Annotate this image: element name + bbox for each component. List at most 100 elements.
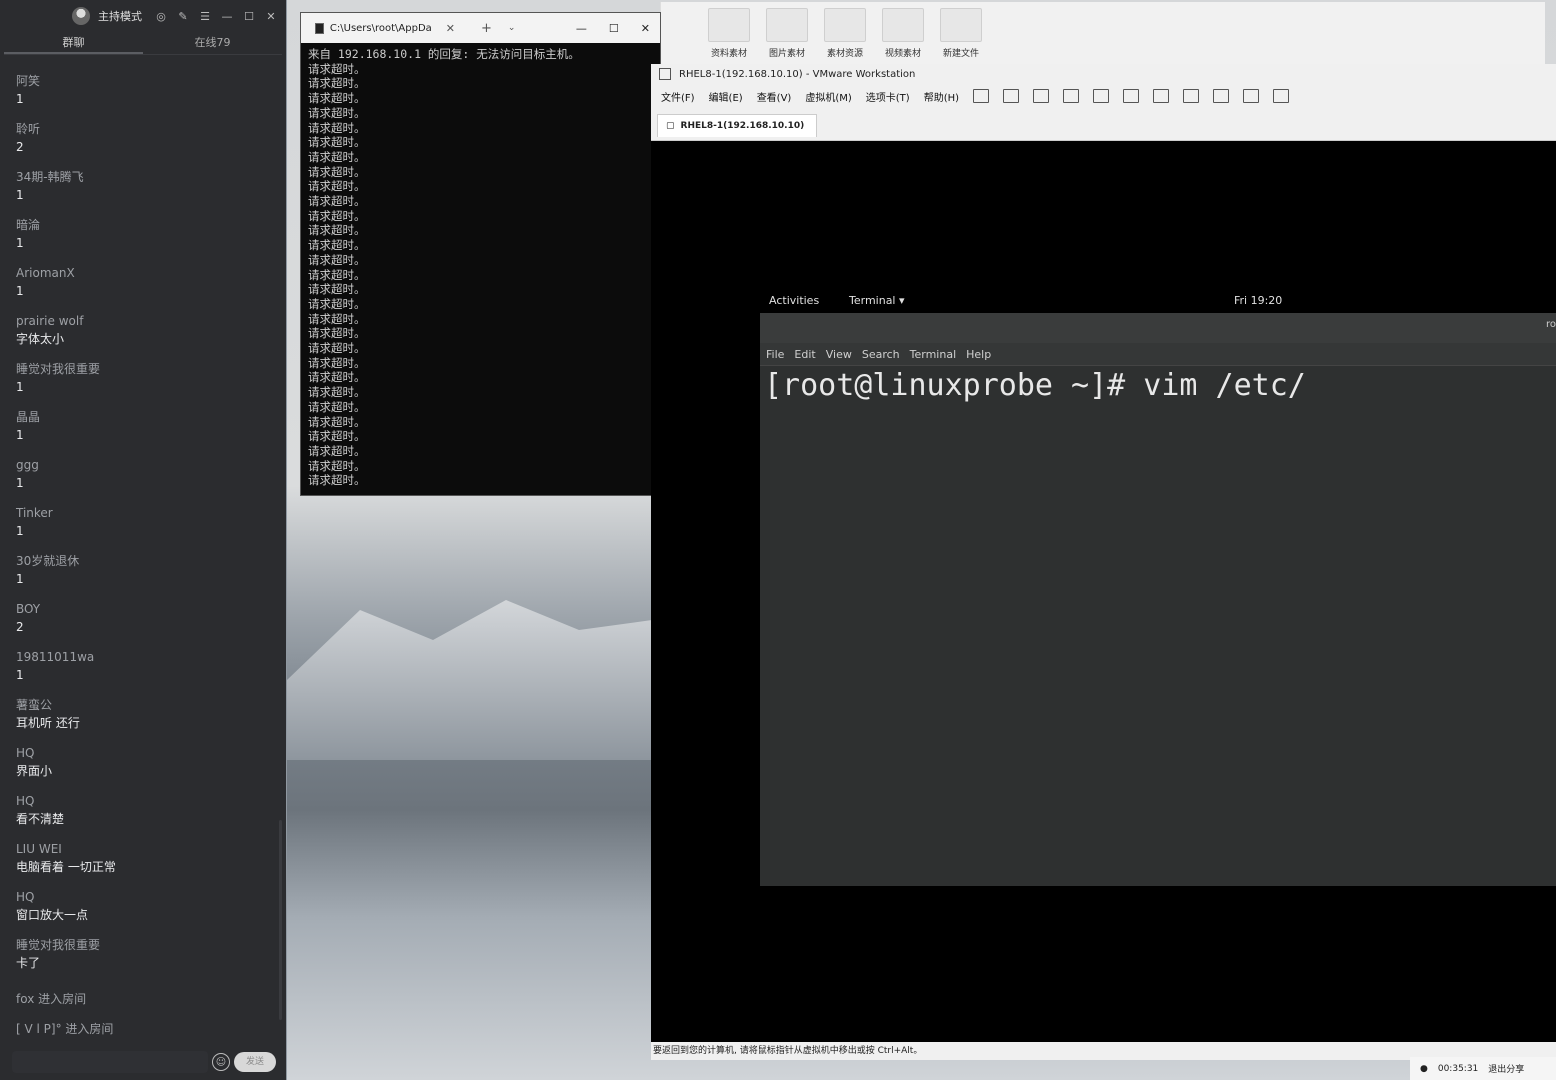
message-sender[interactable]: ggg [16, 456, 278, 474]
stretch-icon[interactable] [1273, 89, 1290, 103]
message-text: 1 [16, 524, 24, 538]
terminal-menu-search[interactable]: Search [862, 348, 900, 361]
terminal-menu-terminal[interactable]: Terminal [910, 348, 957, 361]
system-message: fox 进入房间 [16, 992, 87, 1006]
close-icon[interactable]: ✕ [264, 9, 278, 23]
cmd-tab[interactable]: C:\Users\root\AppDa ✕ [315, 22, 455, 35]
chat-message: prairie wolf 字体太小 [16, 312, 278, 360]
library-view-icon[interactable] [1123, 89, 1140, 103]
message-sender[interactable]: HQ [16, 792, 278, 810]
message-sender[interactable]: LIU WEI [16, 840, 278, 858]
terminal-command-line[interactable]: [root@linuxprobe ~]# vim /etc/ [760, 366, 1556, 403]
chat-message: HQ 界面小 [16, 744, 278, 792]
output-line: 请求超时。 [308, 252, 366, 267]
send-button[interactable]: 发送 [234, 1052, 276, 1072]
close-icon[interactable]: ✕ [641, 22, 650, 35]
chat-message: BOY 2 [16, 600, 278, 648]
vmware-titlebar: RHEL8-1(192.168.10.10) - VMware Workstat… [651, 64, 1556, 84]
activities-button[interactable]: Activities [769, 294, 819, 307]
terminal-app-menu[interactable]: Terminal ▾ [849, 294, 905, 307]
message-text: 1 [16, 284, 24, 298]
tab-online[interactable]: 在线79 [143, 32, 282, 54]
pause-icon[interactable] [973, 89, 990, 103]
new-tab-icon[interactable]: + [481, 21, 492, 36]
folder-label: 视频素材 [884, 49, 921, 59]
folder-item[interactable]: 视频素材 [879, 8, 927, 59]
message-sender[interactable]: 19811011wa [16, 648, 278, 666]
output-line: 来自 192.168.10.1 的回复: 无法访问目标主机。 [308, 47, 580, 61]
fullscreen-icon[interactable] [1183, 89, 1200, 103]
message-sender[interactable]: 暗淪 [16, 216, 278, 234]
message-sender[interactable]: BOY [16, 600, 278, 618]
terminal-menu-file[interactable]: File [766, 348, 784, 361]
terminal-menu-edit[interactable]: Edit [794, 348, 815, 361]
chat-message: 34期-韩腾飞 1 [16, 168, 278, 216]
menu-vm[interactable]: 虚拟机(M) [805, 89, 851, 104]
avatar[interactable] [72, 7, 90, 25]
output-line: 请求超时。 [308, 326, 366, 341]
message-sender[interactable]: 晶晶 [16, 408, 278, 426]
maximize-icon[interactable]: ☐ [609, 22, 619, 35]
message-sender[interactable]: 阿笑 [16, 72, 278, 90]
message-sender[interactable]: 聆听 [16, 120, 278, 138]
terminal-menu-help[interactable]: Help [966, 348, 991, 361]
snapshot-manager-icon[interactable] [1093, 89, 1110, 103]
emoji-icon[interactable]: ☺ [212, 1053, 230, 1071]
edit-icon[interactable]: ✎ [176, 9, 190, 23]
vm-tab-label: RHEL8-1(192.168.10.10) [680, 121, 805, 131]
maximize-icon[interactable]: ☐ [242, 9, 256, 23]
message-sender[interactable]: HQ [16, 888, 278, 906]
cmd-output[interactable]: 来自 192.168.10.1 的回复: 无法访问目标主机。 请求超时。 请求超时。… [301, 43, 660, 488]
minimize-icon[interactable]: — [220, 9, 234, 23]
message-sender[interactable]: 睡觉对我很重要 [16, 936, 278, 954]
output-line: 请求超时。 [308, 194, 366, 209]
snapshot-icon[interactable] [1033, 89, 1050, 103]
folder-icon [708, 8, 750, 42]
folder-item[interactable]: 图片素材 [763, 8, 811, 59]
tab-group-chat[interactable]: 群聊 [4, 32, 143, 54]
message-sender[interactable]: prairie wolf [16, 312, 278, 330]
menu-help[interactable]: 帮助(H) [924, 89, 959, 104]
terminal-titlebar[interactable]: ro [760, 313, 1556, 343]
message-sender[interactable]: 34期-韩腾飞 [16, 168, 278, 186]
output-line: 请求超时。 [308, 458, 366, 473]
menu-tabs[interactable]: 选项卡(T) [866, 89, 910, 104]
menu-file[interactable]: 文件(F) [661, 89, 695, 104]
vmware-title: RHEL8-1(192.168.10.10) - VMware Workstat… [679, 68, 916, 80]
folder-item[interactable]: 素材资源 [821, 8, 869, 59]
message-sender[interactable]: 薯蛮公 [16, 696, 278, 714]
thumbnail-view-icon[interactable] [1153, 89, 1170, 103]
message-text: 1 [16, 92, 24, 106]
chevron-down-icon[interactable]: ⌄ [508, 23, 516, 33]
menu-icon[interactable]: ☰ [198, 9, 212, 23]
output-line: 请求超时。 [308, 105, 366, 120]
menu-view[interactable]: 查看(V) [757, 89, 792, 104]
message-sender[interactable]: HQ [16, 744, 278, 762]
close-tab-icon[interactable]: ✕ [446, 22, 455, 35]
scrollbar[interactable] [279, 820, 282, 1020]
clock[interactable]: Fri 19:20 [1234, 294, 1282, 307]
message-sender[interactable]: 30岁就退休 [16, 552, 278, 570]
exit-share-button[interactable]: 退出分享 [1488, 1062, 1524, 1075]
console-view-icon[interactable] [1243, 89, 1260, 103]
target-icon[interactable]: ◎ [154, 9, 168, 23]
cmd-tab-title: C:\Users\root\AppDa [329, 22, 432, 34]
folder-item[interactable]: 新建文件 [937, 8, 985, 59]
minimize-icon[interactable]: — [576, 22, 587, 35]
send-ctrl-alt-del-icon[interactable] [1003, 89, 1020, 103]
message-text: 电脑看着 一切正常 [16, 860, 116, 874]
chat-message: 阿笑 1 [16, 72, 278, 120]
cmd-titlebar: C:\Users\root\AppDa ✕ + ⌄ — ☐ ✕ [301, 13, 660, 43]
message-sender[interactable]: Tinker [16, 504, 278, 522]
folder-item[interactable]: 资料素材 [705, 8, 753, 59]
chat-input[interactable] [12, 1051, 208, 1073]
message-sender[interactable]: 睡觉对我很重要 [16, 360, 278, 378]
unity-icon[interactable] [1213, 89, 1230, 103]
revert-snapshot-icon[interactable] [1063, 89, 1080, 103]
terminal-menu-view[interactable]: View [826, 348, 852, 361]
menu-edit[interactable]: 编辑(E) [709, 89, 743, 104]
message-text: 窗口放大一点 [16, 908, 89, 922]
message-sender[interactable]: AriomanX [16, 264, 278, 282]
output-line: 请求超时。 [308, 443, 366, 458]
vm-tab[interactable]: ▢ RHEL8-1(192.168.10.10) [657, 114, 818, 137]
